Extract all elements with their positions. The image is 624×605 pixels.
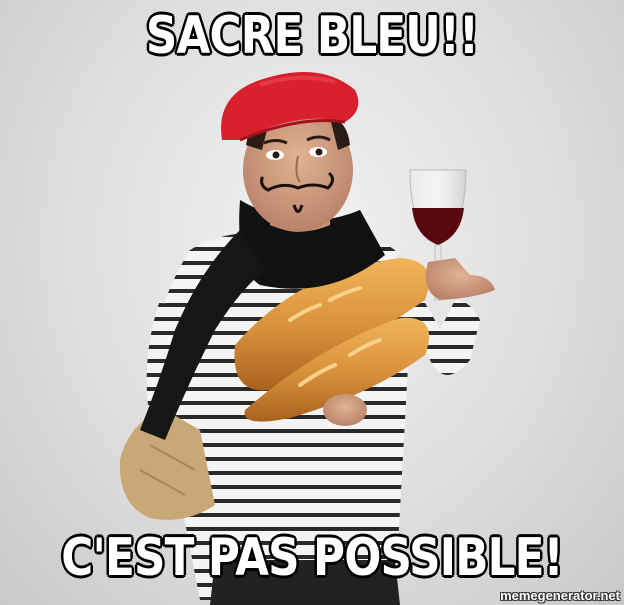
meme-photo xyxy=(119,72,495,605)
meme-bottom-caption: C'EST PAS POSSIBLE! xyxy=(60,527,565,590)
meme-top-caption: SACRE BLEU!! xyxy=(145,5,481,68)
meme-image: SACRE BLEU!! C'EST PAS POSSIBLE! memegen… xyxy=(0,0,624,605)
watermark-text: memegenerator.net xyxy=(500,588,620,603)
